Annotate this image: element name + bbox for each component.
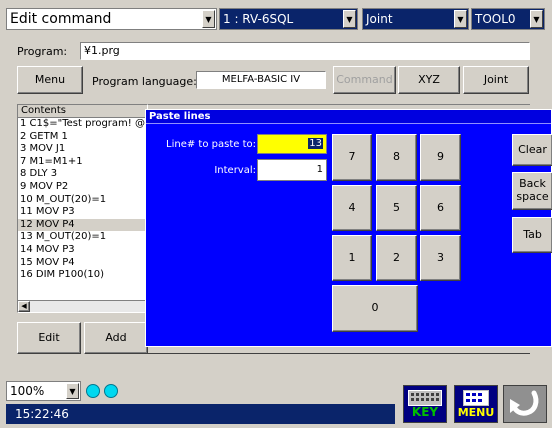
list-item[interactable]: 16 DIM P100(10) xyxy=(18,269,147,282)
line-number-value: 13 xyxy=(308,138,323,149)
key-1[interactable]: 1 xyxy=(332,235,372,281)
key-6[interactable]: 6 xyxy=(420,185,461,231)
clock-text: 15:22:46 xyxy=(15,407,69,421)
key-0[interactable]: 0 xyxy=(332,285,418,332)
command-mode-combo[interactable]: Edit command ▼ xyxy=(6,8,217,30)
command-button[interactable]: Command xyxy=(333,66,396,94)
chevron-down-icon[interactable]: ▼ xyxy=(66,383,79,399)
program-name-field[interactable]: ¥1.prg xyxy=(80,42,530,60)
tab-button[interactable]: Tab xyxy=(512,217,552,253)
xyz-button[interactable]: XYZ xyxy=(398,66,460,94)
add-button[interactable]: Add xyxy=(84,322,148,354)
return-arrow-icon[interactable] xyxy=(503,385,547,423)
zoom-value: 100% xyxy=(10,384,45,398)
dialog-title: Paste lines xyxy=(146,110,551,124)
key-7[interactable]: 7 xyxy=(332,134,372,181)
jog-mode-value: Joint xyxy=(366,12,393,26)
key-3[interactable]: 3 xyxy=(420,235,461,281)
scroll-left-button[interactable]: ◀ xyxy=(18,301,30,312)
tool-value: TOOL0 xyxy=(475,12,516,26)
robot-combo[interactable]: 1 : RV-6SQL ▼ xyxy=(219,8,358,30)
status-indicator-2 xyxy=(104,384,118,398)
list-item[interactable]: 2 GETM 1 xyxy=(18,131,147,144)
clear-button[interactable]: Clear xyxy=(512,134,552,166)
backspace-button[interactable]: Back space xyxy=(512,172,552,210)
paste-lines-dialog: Paste lines Line# to paste to: 13 Interv… xyxy=(145,109,552,347)
program-contents-list[interactable]: Contents 1 C1$="Test program! @2 GETM 13… xyxy=(17,104,148,313)
line-number-label: Line# to paste to: xyxy=(166,139,256,150)
tool-combo[interactable]: TOOL0 ▼ xyxy=(471,8,545,30)
key-5[interactable]: 5 xyxy=(376,185,417,231)
menu-icon[interactable]: MENU xyxy=(454,385,498,423)
list-item[interactable]: 14 MOV P3 xyxy=(18,244,147,257)
list-item[interactable]: 12 MOV P4 xyxy=(18,218,147,232)
menu-glyph-icon xyxy=(463,389,489,406)
curved-return-arrow-icon xyxy=(510,390,539,416)
horizontal-scrollbar[interactable]: ◀ xyxy=(18,300,147,312)
interval-field[interactable]: 1 xyxy=(257,159,327,181)
list-item[interactable]: 3 MOV J1 xyxy=(18,143,147,156)
status-bar: 15:22:46 xyxy=(6,404,395,424)
key-2[interactable]: 2 xyxy=(376,235,417,281)
status-indicator-1 xyxy=(86,384,100,398)
list-frame-right xyxy=(148,104,530,105)
edit-button[interactable]: Edit xyxy=(17,322,81,354)
key-4[interactable]: 4 xyxy=(332,185,372,231)
program-language-field: MELFA-BASIC IV xyxy=(196,71,326,89)
list-item[interactable]: 13 M_OUT(20)=1 xyxy=(18,231,147,244)
contents-header: Contents xyxy=(18,105,147,118)
list-item[interactable]: 7 M1=M1+1 xyxy=(18,156,147,169)
program-language-value: MELFA-BASIC IV xyxy=(221,74,301,85)
list-item[interactable]: 15 MOV P4 xyxy=(18,257,147,270)
robot-value: 1 : RV-6SQL xyxy=(223,12,294,26)
joint-button[interactable]: Joint xyxy=(463,66,529,94)
list-rows: 1 C1$="Test program! @2 GETM 13 MOV J1 7 … xyxy=(18,118,147,282)
interval-label: Interval: xyxy=(214,165,256,176)
keyboard-glyph-icon xyxy=(408,389,442,406)
interval-value: 1 xyxy=(316,164,323,175)
key-icon-label: KEY xyxy=(411,404,439,419)
command-mode-value: Edit command xyxy=(10,11,112,27)
chevron-down-icon[interactable]: ▼ xyxy=(454,10,467,28)
menu-icon-label: MENU xyxy=(457,405,495,419)
program-language-label: Program language: xyxy=(92,75,197,88)
program-name-value: ¥1.prg xyxy=(84,44,120,57)
keyboard-key-icon[interactable]: KEY xyxy=(403,385,447,423)
zoom-combo[interactable]: 100% ▼ xyxy=(6,381,81,401)
list-item[interactable]: 10 M_OUT(20)=1 xyxy=(18,194,147,207)
line-number-field[interactable]: 13 xyxy=(257,134,327,154)
list-item[interactable]: 1 C1$="Test program! @ xyxy=(18,118,147,131)
chevron-down-icon[interactable]: ▼ xyxy=(202,10,215,28)
program-label: Program: xyxy=(17,45,68,58)
list-item[interactable]: 11 MOV P3 xyxy=(18,206,147,219)
list-item[interactable]: 9 MOV P2 xyxy=(18,181,147,194)
key-9[interactable]: 9 xyxy=(420,134,461,181)
hidden-button-edge xyxy=(148,346,530,354)
chevron-down-icon[interactable]: ▼ xyxy=(343,10,356,28)
menu-button[interactable]: Menu xyxy=(17,66,83,94)
chevron-down-icon[interactable]: ▼ xyxy=(530,10,543,28)
jog-mode-combo[interactable]: Joint ▼ xyxy=(362,8,469,30)
key-8[interactable]: 8 xyxy=(376,134,417,181)
list-item[interactable]: 8 DLY 3 xyxy=(18,168,147,181)
